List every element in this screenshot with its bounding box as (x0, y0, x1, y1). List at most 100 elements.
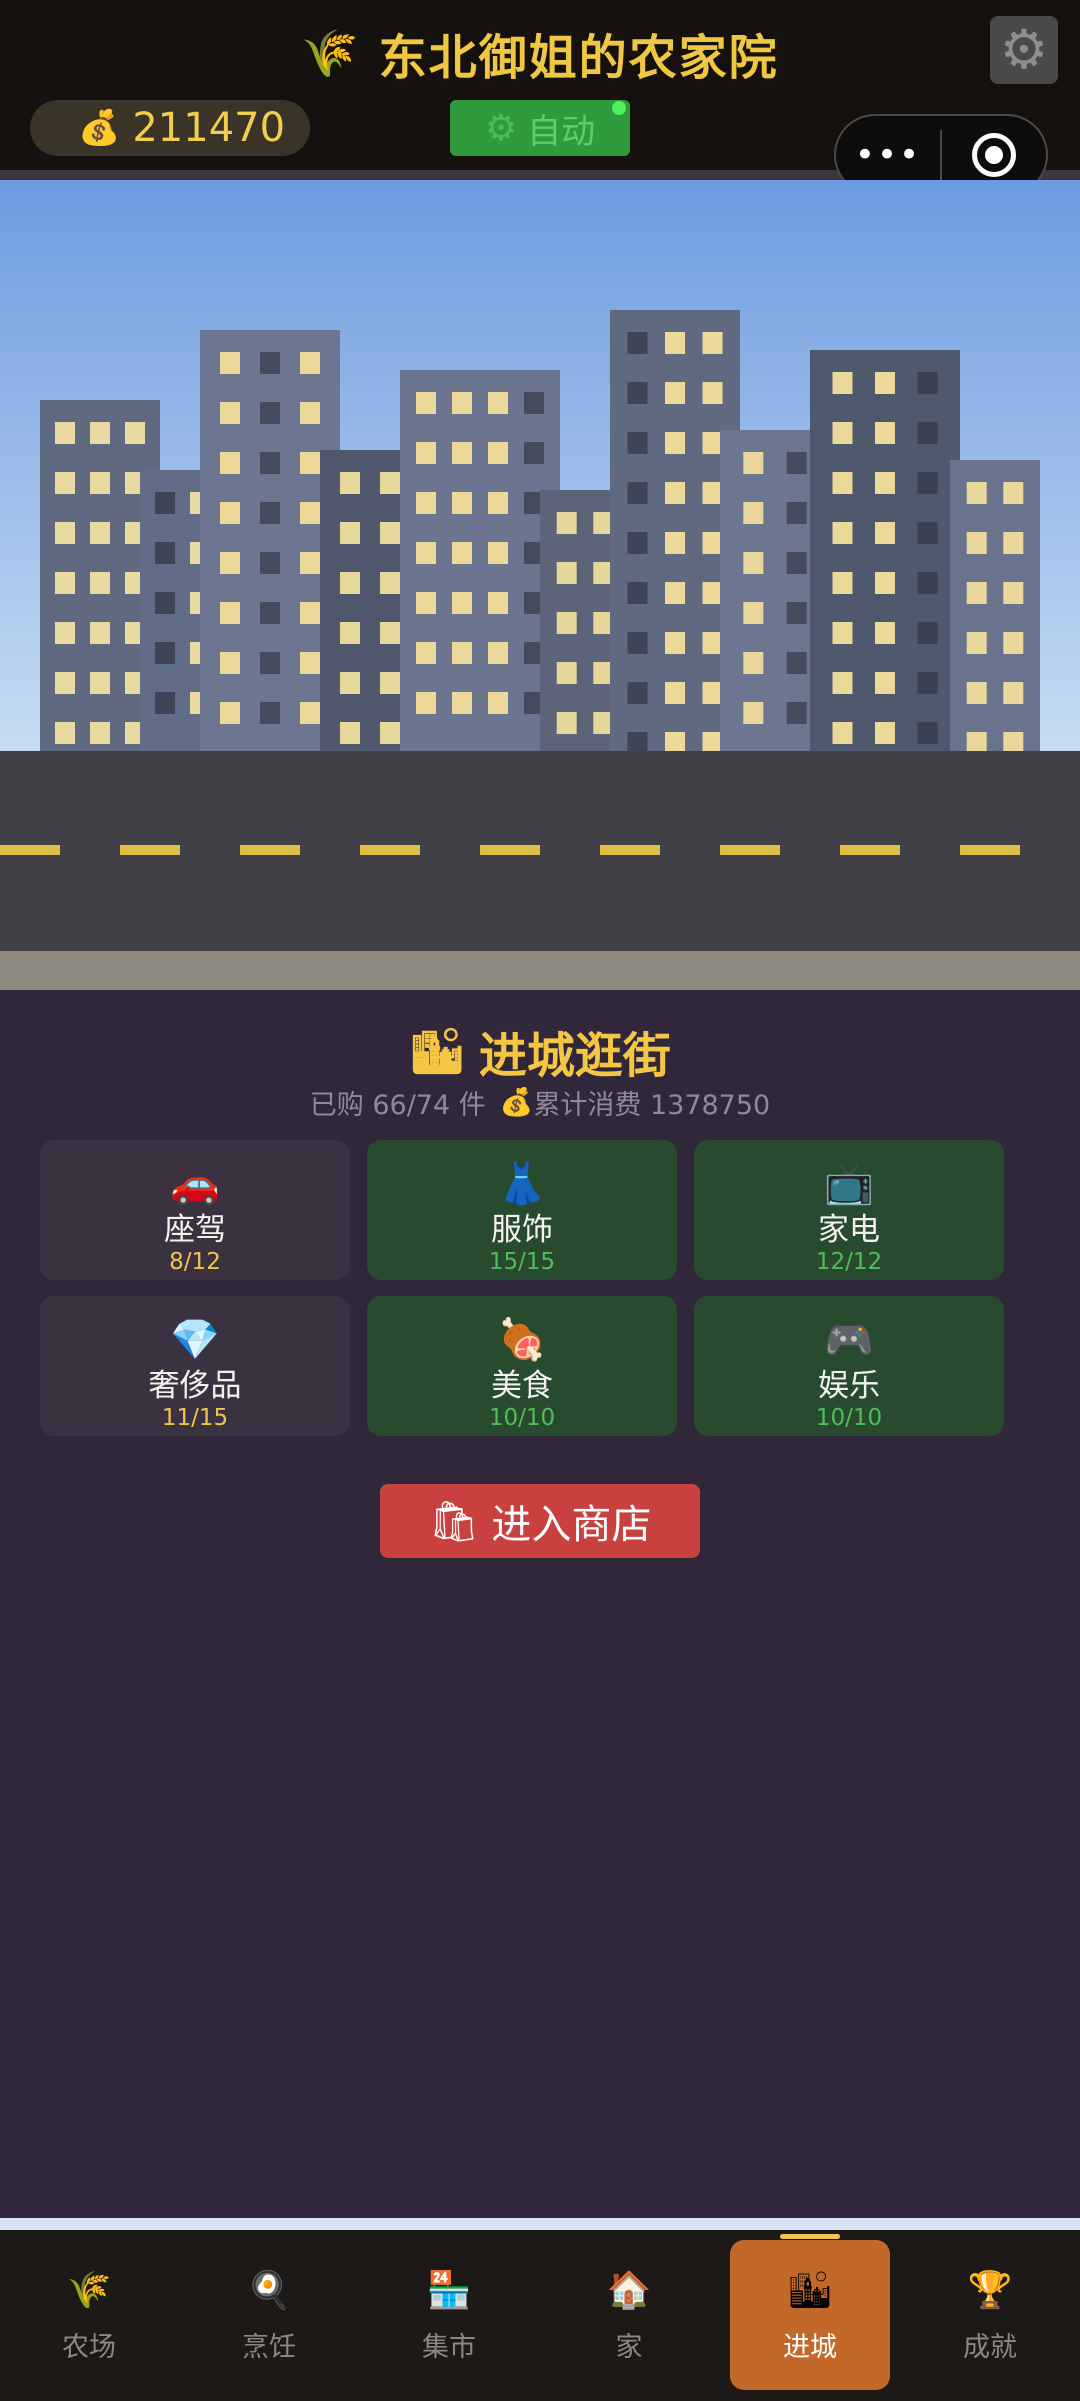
building-window (380, 722, 400, 744)
category-count: 10/10 (815, 1405, 883, 1431)
building-window (743, 702, 764, 724)
auto-button[interactable]: ⚙ 自动 (450, 100, 630, 156)
category-count: 15/15 (488, 1249, 556, 1275)
building-window (875, 672, 895, 694)
building-window (832, 472, 853, 494)
building-window (380, 622, 400, 644)
category-entertainment[interactable]: 🎮 娱乐 10/10 (694, 1296, 1004, 1436)
city-icon: 🏙 (787, 2269, 833, 2311)
coin-amount: 211470 (132, 105, 286, 151)
tab-city[interactable]: 🏙 进城 (730, 2240, 890, 2390)
building-window (1003, 732, 1024, 754)
active-tab-indicator (780, 2234, 840, 2239)
building-window (488, 442, 508, 464)
building-window (340, 622, 360, 644)
trophy-icon: 🏆 (967, 2269, 1013, 2311)
building-window (832, 622, 853, 644)
building-window (665, 732, 685, 754)
close-miniprogram-button[interactable] (942, 133, 1046, 177)
building-window (966, 582, 987, 604)
building-window (488, 492, 508, 514)
nav-divider (0, 2218, 1080, 2230)
building-window (260, 652, 280, 674)
building-window (488, 642, 508, 664)
building-window (1003, 632, 1024, 654)
building-window (90, 472, 110, 494)
tab-cooking[interactable]: 🍳 烹饪 (189, 2240, 349, 2390)
building-window (743, 502, 764, 524)
tab-farm[interactable]: 🌾 农场 (9, 2240, 169, 2390)
building (950, 460, 1040, 752)
building-window (55, 572, 75, 594)
building-window (875, 622, 895, 644)
category-count: 8/12 (169, 1249, 221, 1275)
category-name: 座驾 (164, 1212, 226, 1248)
building-window (875, 422, 895, 444)
building-window (786, 502, 807, 524)
building-window (832, 422, 853, 444)
building-window (452, 442, 472, 464)
building-window (300, 502, 320, 524)
building-window (743, 602, 764, 624)
building-window (488, 592, 508, 614)
lane-dash (960, 845, 1020, 855)
building-window (702, 582, 723, 604)
building-window (665, 632, 685, 654)
building-window (627, 632, 648, 654)
building-window (260, 452, 280, 474)
lane-dash (120, 845, 180, 855)
building-window (300, 452, 320, 474)
building-window (260, 552, 280, 574)
category-luxury[interactable]: 💎 奢侈品 11/15 (40, 1296, 350, 1436)
category-clothing[interactable]: 👗 服饰 15/15 (367, 1140, 677, 1280)
building-window (627, 582, 648, 604)
category-count: 11/15 (161, 1405, 229, 1431)
building-window (416, 692, 436, 714)
target-icon (971, 133, 1016, 177)
more-options-button[interactable]: ••• (836, 135, 940, 175)
building-window (155, 542, 175, 564)
building-window (665, 382, 685, 404)
building-window (917, 572, 938, 594)
category-food[interactable]: 🍖 美食 10/10 (367, 1296, 677, 1436)
lane-dash (480, 845, 540, 855)
building-window (917, 522, 938, 544)
building-window (380, 472, 400, 494)
building-window (488, 392, 508, 414)
building-window (524, 442, 544, 464)
lane-dash (600, 845, 660, 855)
building-window (743, 652, 764, 674)
enter-shop-button[interactable]: 🛍 进入商店 (380, 1484, 700, 1558)
lane-markings (0, 845, 1020, 855)
purchased-count: 已购 66/74 件 (309, 1089, 486, 1121)
category-count: 10/10 (488, 1405, 556, 1431)
lane-dash (360, 845, 420, 855)
city-scene (0, 180, 1080, 990)
building-window (786, 452, 807, 474)
building-window (786, 602, 807, 624)
tab-home[interactable]: 🏠 家 (549, 2240, 709, 2390)
building-window (743, 452, 764, 474)
building-window (220, 452, 240, 474)
settings-button[interactable]: ⚙ (990, 16, 1058, 84)
building-window (220, 652, 240, 674)
building-window (90, 422, 110, 444)
building-window (90, 622, 110, 644)
tab-market[interactable]: 🏪 集市 (369, 2240, 529, 2390)
building-window (452, 692, 472, 714)
building-window (452, 642, 472, 664)
building-window (260, 602, 280, 624)
category-appliances[interactable]: 📺 家电 12/12 (694, 1140, 1004, 1280)
game-controller-icon: 🎮 (824, 1317, 874, 1363)
building-window (90, 522, 110, 544)
tab-achievements[interactable]: 🏆 成就 (910, 2240, 1070, 2390)
building-window (300, 602, 320, 624)
shop-stats: 已购 66/74 件 💰 累计消费 1378750 (0, 1080, 1080, 1124)
building-window (260, 702, 280, 724)
diamond-icon: 💎 (170, 1317, 220, 1363)
building-window (875, 572, 895, 594)
building-window (786, 552, 807, 574)
store-icon: 🏪 (426, 2269, 472, 2311)
category-vehicles[interactable]: 🚗 座驾 8/12 (40, 1140, 350, 1280)
wheat-icon: 🌾 (66, 2269, 112, 2311)
